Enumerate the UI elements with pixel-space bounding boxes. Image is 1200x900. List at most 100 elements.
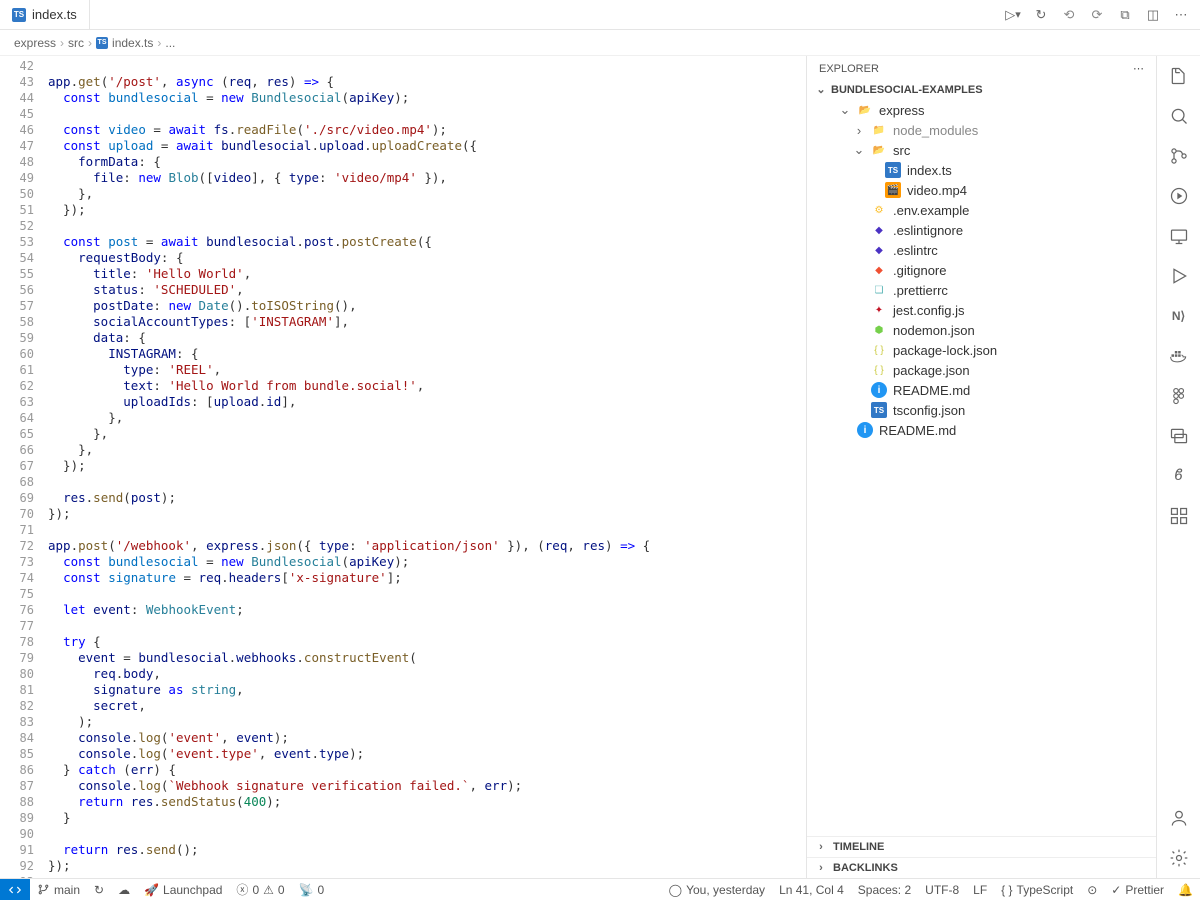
copilot-icon[interactable]: ⊙ <box>1080 879 1104 900</box>
nav-back-icon[interactable]: ⟲ <box>1060 6 1078 24</box>
chevron-right-icon: › <box>157 36 161 50</box>
chevron-right-icon: › <box>60 36 64 50</box>
cursor-position[interactable]: Ln 41, Col 4 <box>772 879 851 900</box>
git-blame[interactable]: ◯ You, yesterday <box>662 879 772 900</box>
more-actions-icon[interactable]: ⋯ <box>1172 6 1190 24</box>
extensions-icon[interactable] <box>1167 504 1191 528</box>
tree-item-src[interactable]: ⌄📂src <box>807 140 1156 160</box>
encoding[interactable]: UTF-8 <box>918 879 966 900</box>
run-dropdown-icon[interactable]: ▷▾ <box>1004 6 1022 24</box>
tab-index-ts[interactable]: TS index.ts <box>0 0 90 29</box>
language-mode[interactable]: { } TypeScript <box>994 879 1080 900</box>
tab-label: index.ts <box>32 7 77 22</box>
figma-icon[interactable] <box>1167 384 1191 408</box>
workspace-title[interactable]: ⌄ BUNDLESOCIAL-EXAMPLES <box>807 81 1156 98</box>
error-icon: ⓧ <box>236 881 248 898</box>
remote-indicator[interactable] <box>0 879 30 900</box>
braces-icon: { } <box>1001 883 1012 897</box>
nav-forward-icon[interactable]: ⟳ <box>1088 6 1106 24</box>
panel-label: TIMELINE <box>833 841 884 853</box>
docker-icon[interactable] <box>1167 344 1191 368</box>
breadcrumb-part[interactable]: src <box>68 36 84 50</box>
chevron-down-icon: ⌄ <box>815 83 827 96</box>
backlinks-panel[interactable]: › BACKLINKS <box>807 857 1156 878</box>
tree-item-package-json[interactable]: { }package.json <box>807 360 1156 380</box>
chevron-right-icon: › <box>88 36 92 50</box>
git-branch[interactable]: main <box>30 879 87 900</box>
tree-item-index-ts[interactable]: TSindex.ts <box>807 160 1156 180</box>
main-area: 4243444546474849505152535455565758596061… <box>0 56 1200 878</box>
tree-item-label: .eslintrc <box>893 243 938 258</box>
prettier-status[interactable]: ✓ Prettier <box>1104 879 1171 900</box>
rocket-icon: 🚀 <box>144 883 159 897</box>
tree-item-label: .eslintignore <box>893 223 963 238</box>
timeline-panel[interactable]: › TIMELINE <box>807 836 1156 857</box>
chevron-right-icon: › <box>853 123 865 138</box>
explorer-header: EXPLORER ⋯ <box>807 56 1156 81</box>
eol[interactable]: LF <box>966 879 994 900</box>
cloud-upload-icon[interactable]: ☁ <box>111 879 137 900</box>
file-tree: ⌄📂express›📁node_modules⌄📂srcTSindex.ts🎬v… <box>807 98 1156 442</box>
explorer-more-icon[interactable]: ⋯ <box>1133 62 1144 75</box>
tree-item--env-example[interactable]: ⚙.env.example <box>807 200 1156 220</box>
problems[interactable]: ⓧ0 ⚠0 <box>229 879 291 900</box>
search-icon[interactable] <box>1167 104 1191 128</box>
tree-item-label: README.md <box>879 423 956 438</box>
tree-item-readme-md[interactable]: iREADME.md <box>807 420 1156 440</box>
tree-item-express[interactable]: ⌄📂express <box>807 100 1156 120</box>
tree-item-label: package-lock.json <box>893 343 997 358</box>
chevron-right-icon: › <box>815 862 827 874</box>
tab-bar: TS index.ts ▷▾ ↻ ⟲ ⟳ ⧉ ◫ ⋯ <box>0 0 1200 30</box>
tree-item--eslintignore[interactable]: ◆.eslintignore <box>807 220 1156 240</box>
breadcrumb-part[interactable]: ... <box>165 36 175 50</box>
status-bar: main ↻ ☁ 🚀 Launchpad ⓧ0 ⚠0 📡0 ◯ You, yes… <box>0 878 1200 900</box>
ts-icon: TS <box>12 8 26 22</box>
tree-item-label: express <box>879 103 925 118</box>
tree-item-node-modules[interactable]: ›📁node_modules <box>807 120 1156 140</box>
chevron-right-icon: › <box>815 841 827 853</box>
tree-item-label: README.md <box>893 383 970 398</box>
launchpad-label: Launchpad <box>163 883 222 897</box>
breadcrumb-part[interactable]: index.ts <box>112 36 153 50</box>
tree-item-package-lock-json[interactable]: { }package-lock.json <box>807 340 1156 360</box>
tree-item-nodemon-json[interactable]: ⬢nodemon.json <box>807 320 1156 340</box>
comments-icon[interactable] <box>1167 424 1191 448</box>
tree-item-label: node_modules <box>893 123 978 138</box>
split-editor-icon[interactable]: ◫ <box>1144 6 1162 24</box>
ports[interactable]: 📡0 <box>292 879 332 900</box>
nx-icon[interactable]: N⟩ <box>1167 304 1191 328</box>
tree-item-readme-md[interactable]: iREADME.md <box>807 380 1156 400</box>
tree-item-label: tsconfig.json <box>893 403 965 418</box>
settings-icon[interactable] <box>1167 846 1191 870</box>
tree-item--gitignore[interactable]: ◆.gitignore <box>807 260 1156 280</box>
remote-explorer-icon[interactable] <box>1167 224 1191 248</box>
tree-item-label: index.ts <box>907 163 952 178</box>
debug-icon[interactable] <box>1167 184 1191 208</box>
tree-item-label: package.json <box>893 363 970 378</box>
tree-item-video-mp4[interactable]: 🎬video.mp4 <box>807 180 1156 200</box>
person-icon: ◯ <box>669 883 682 897</box>
files-icon[interactable] <box>1167 64 1191 88</box>
tree-item-tsconfig-json[interactable]: TStsconfig.json <box>807 400 1156 420</box>
explorer-title: EXPLORER <box>819 63 879 75</box>
sync-icon[interactable]: ↻ <box>87 879 111 900</box>
cycle-icon[interactable]: ϐ <box>1167 464 1191 488</box>
line-gutter: 4243444546474849505152535455565758596061… <box>0 56 48 878</box>
run-icon[interactable] <box>1167 264 1191 288</box>
tree-item-label: nodemon.json <box>893 323 975 338</box>
account-icon[interactable] <box>1167 806 1191 830</box>
tree-item--prettierrc[interactable]: ❏.prettierrc <box>807 280 1156 300</box>
breadcrumb-part[interactable]: express <box>14 36 56 50</box>
diff-icon[interactable]: ⧉ <box>1116 6 1134 24</box>
tree-item-jest-config-js[interactable]: ✦jest.config.js <box>807 300 1156 320</box>
indentation[interactable]: Spaces: 2 <box>851 879 918 900</box>
editor[interactable]: 4243444546474849505152535455565758596061… <box>0 56 806 878</box>
tree-item-label: .env.example <box>893 203 969 218</box>
launchpad[interactable]: 🚀 Launchpad <box>137 879 229 900</box>
notifications-icon[interactable]: 🔔 <box>1171 879 1200 900</box>
tree-item--eslintrc[interactable]: ◆.eslintrc <box>807 240 1156 260</box>
breadcrumb[interactable]: express › src › TS index.ts › ... <box>0 30 1200 56</box>
code-area[interactable]: app.get('/post', async (req, res) => { c… <box>48 56 806 878</box>
source-control-icon[interactable] <box>1167 144 1191 168</box>
debug-restart-icon[interactable]: ↻ <box>1032 6 1050 24</box>
